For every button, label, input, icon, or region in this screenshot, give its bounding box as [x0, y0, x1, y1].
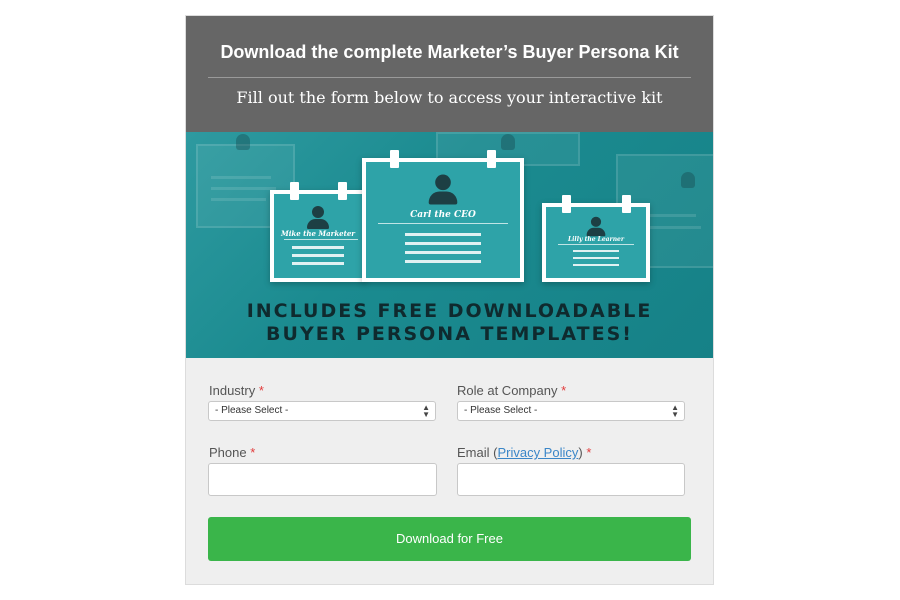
card-text-line [405, 260, 481, 263]
phone-label: Phone * [209, 445, 256, 460]
card-clip [338, 182, 347, 200]
background-person-icon [236, 134, 250, 150]
card-text-line [292, 262, 344, 265]
background-line [646, 226, 701, 229]
card-text-line [405, 251, 481, 254]
header-divider [208, 77, 691, 78]
person-icon [307, 206, 329, 229]
card-clip [390, 150, 399, 168]
card-clip [290, 182, 299, 200]
card-text-line [573, 257, 619, 259]
persona-card-lilly: Lilly the Learner [542, 195, 650, 282]
phone-input[interactable] [208, 463, 437, 496]
required-asterisk: * [258, 383, 264, 398]
form-header: Download the complete Marketer’s Buyer P… [186, 16, 713, 132]
card-text-line [573, 250, 619, 252]
persona-card-carl: Carl the CEO [362, 150, 524, 282]
required-asterisk: * [250, 445, 256, 460]
persona-name: Mike the Marketer [280, 229, 355, 238]
email-label: Email (Privacy Policy) * [457, 445, 592, 460]
background-person-icon [681, 172, 695, 188]
persona-name: Lilly the Learner [567, 236, 625, 243]
card-clip [562, 195, 571, 213]
privacy-policy-link[interactable]: Privacy Policy [497, 445, 578, 460]
industry-select[interactable]: - Please Select - ▲ ▼ [208, 401, 436, 421]
select-arrows-icon: ▲ ▼ [671, 403, 679, 419]
background-line [211, 198, 266, 201]
banner-line-2: BUYER PERSONA TEMPLATES! [266, 323, 633, 345]
card-clip [487, 150, 496, 168]
banner-line-1: INCLUDES FREE DOWNLOADABLE [246, 300, 653, 322]
card-text-line [405, 233, 481, 236]
card-divider [558, 244, 634, 245]
form-subtitle: Fill out the form below to access your i… [236, 88, 663, 107]
download-for-free-button[interactable]: Download for Free [208, 517, 691, 561]
email-input[interactable] [457, 463, 685, 496]
card-text-line [292, 246, 344, 249]
required-asterisk: * [586, 445, 592, 460]
required-asterisk: * [561, 383, 567, 398]
card-text-line [292, 254, 344, 257]
card-divider [378, 223, 508, 224]
background-line [211, 176, 271, 179]
industry-label: Industry * [209, 383, 264, 398]
role-select[interactable]: - Please Select - ▲ ▼ [457, 401, 685, 421]
card-text-line [573, 264, 619, 266]
persona-card-mike: Mike the Marketer [270, 182, 366, 282]
persona-kit-hero-image: Mike the Marketer Carl the CEO Lilly the… [186, 132, 713, 358]
select-arrows-icon: ▲ ▼ [422, 403, 430, 419]
card-divider [284, 239, 358, 240]
background-line [211, 187, 276, 190]
download-form-card: Download the complete Marketer’s Buyer P… [185, 15, 714, 585]
person-icon [586, 216, 606, 237]
person-icon [428, 174, 458, 205]
card-clip [622, 195, 631, 213]
persona-name: Carl the CEO [410, 210, 476, 220]
role-label: Role at Company * [457, 383, 567, 398]
form-title: Download the complete Marketer’s Buyer P… [220, 42, 679, 62]
card-text-line [405, 242, 481, 245]
background-person-icon [501, 134, 515, 150]
background-line [646, 214, 696, 217]
